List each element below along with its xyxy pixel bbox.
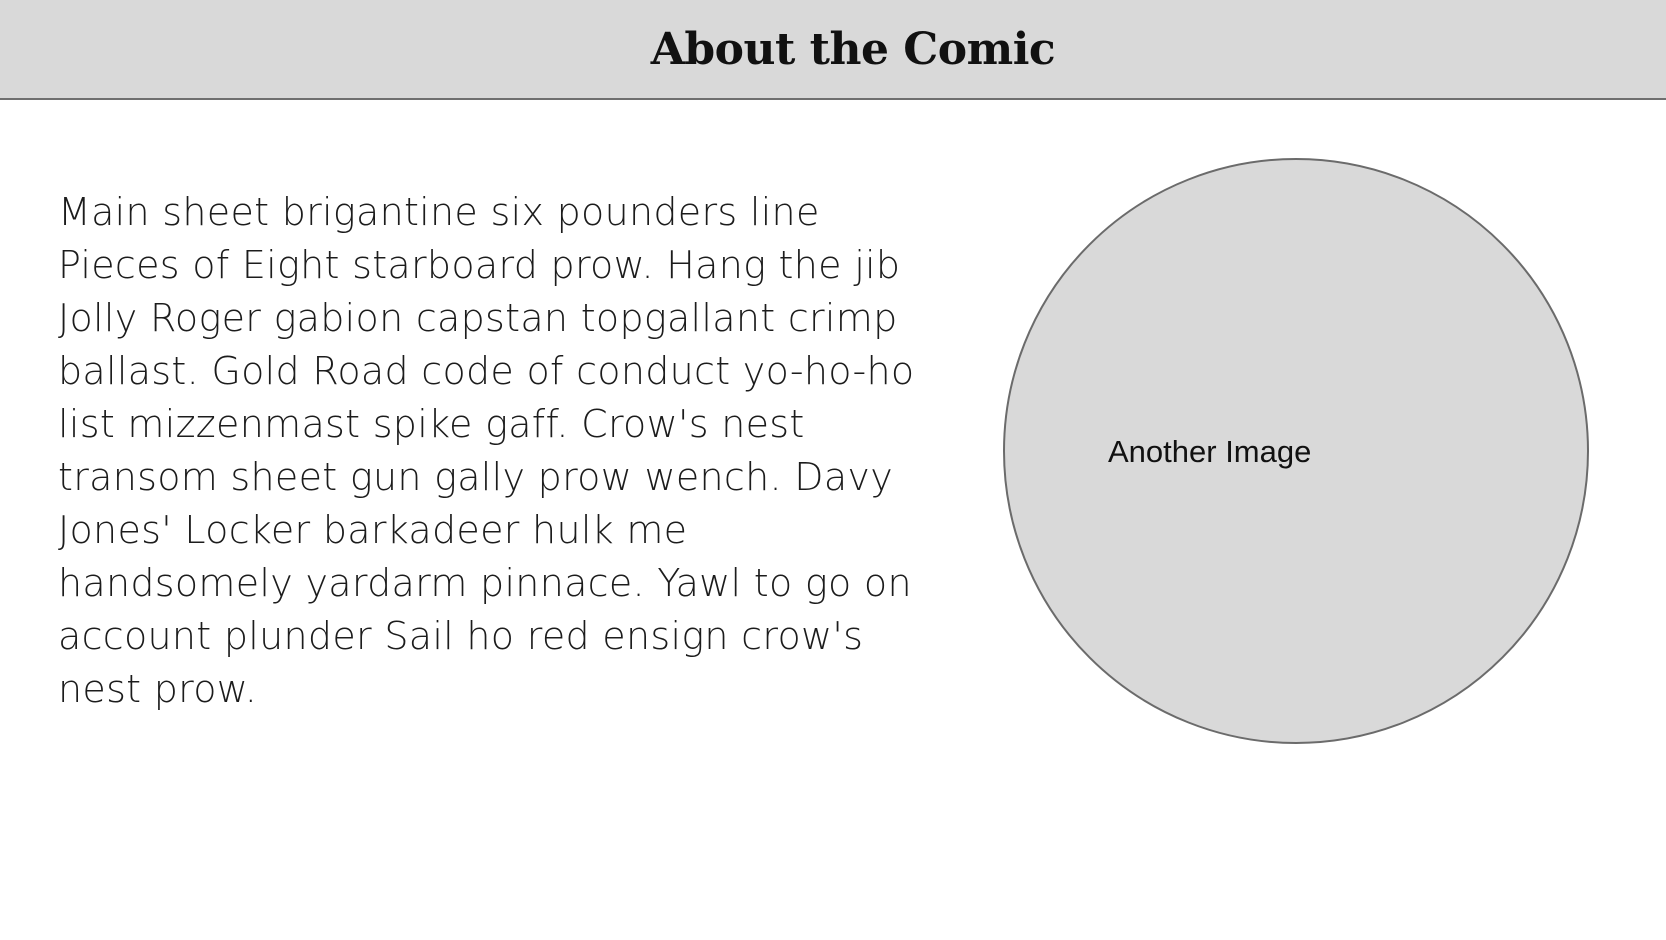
image-placeholder-label: Another Image: [1108, 434, 1312, 469]
image-placeholder-circle: Another Image: [1003, 158, 1589, 744]
header-bar: About the Comic: [0, 0, 1666, 100]
slide-page: About the Comic Main sheet brigantine si…: [0, 0, 1666, 940]
page-title: About the Comic: [650, 23, 1056, 75]
body-paragraph: Main sheet brigantine six pounders line …: [58, 190, 915, 711]
